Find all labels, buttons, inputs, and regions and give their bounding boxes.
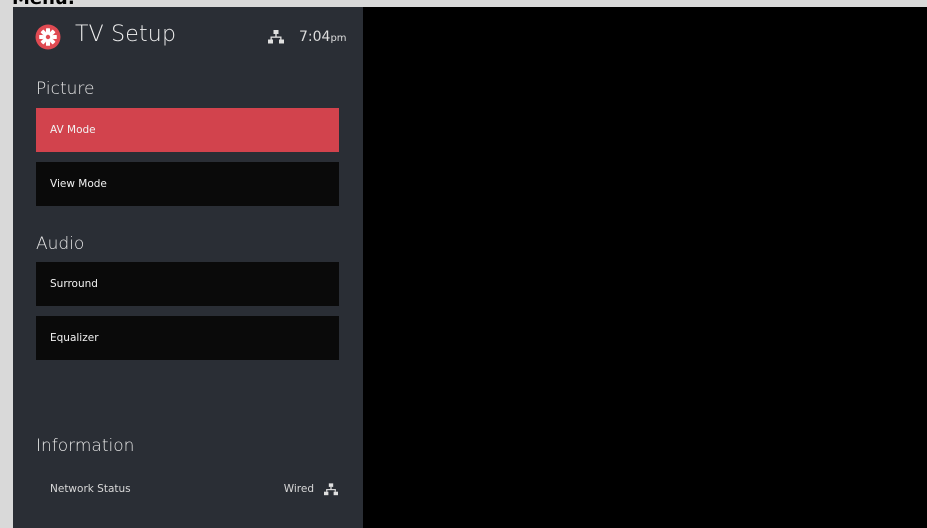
clock: 7:04pm [299, 29, 347, 45]
menu-item-label: AV Mode [50, 124, 96, 136]
menu-item-view-mode[interactable]: View Mode [36, 162, 339, 206]
section-information-heading: Information [36, 436, 135, 456]
menu-item-av-mode[interactable]: AV Mode [36, 108, 339, 152]
menu-item-label: Equalizer [50, 332, 99, 344]
network-status-row: Network Status Wired [50, 481, 340, 499]
section-picture-heading: Picture [36, 79, 95, 99]
page-title: TV Setup [75, 22, 177, 47]
section-audio-heading: Audio [36, 234, 85, 254]
menu-item-label: View Mode [50, 178, 107, 190]
settings-panel: TV Setup 7:04pm Picture AV Mode View Mod… [13, 7, 363, 528]
clock-time: 7:04 [299, 29, 331, 45]
network-wired-icon [268, 30, 284, 44]
network-wired-icon [324, 483, 338, 496]
menu-item-equalizer[interactable]: Equalizer [36, 316, 339, 360]
menu-item-label: Surround [50, 278, 98, 290]
network-status-value: Wired [283, 483, 314, 495]
panel-header: TV Setup 7:04pm [35, 21, 355, 53]
tv-screen-preview [363, 7, 927, 528]
clock-suffix: pm [330, 33, 347, 44]
network-status-label: Network Status [50, 483, 131, 495]
gear-icon [35, 24, 61, 50]
menu-item-surround[interactable]: Surround [36, 262, 339, 306]
